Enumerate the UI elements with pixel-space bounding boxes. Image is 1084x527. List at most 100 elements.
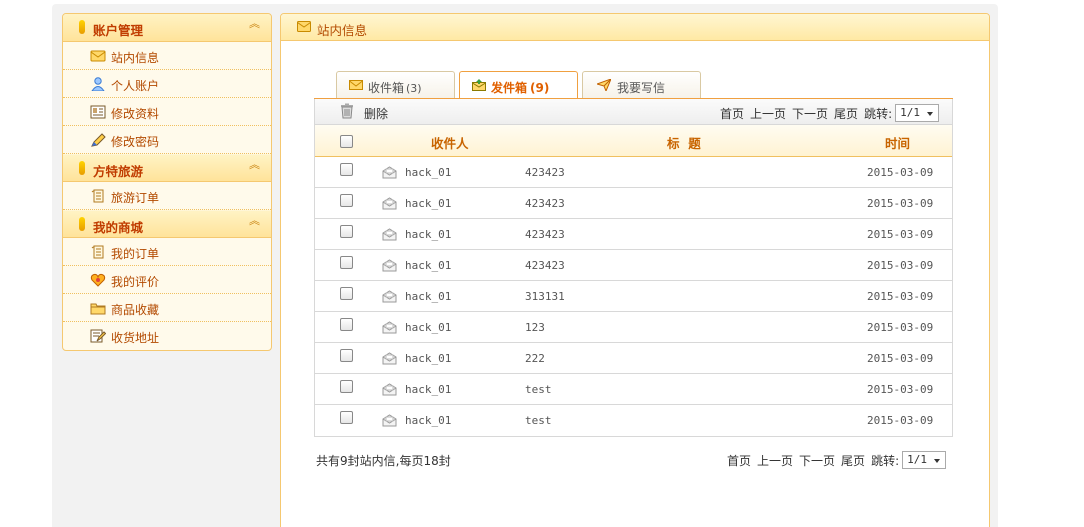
cell-recipient[interactable]: hack_01 [405, 259, 451, 272]
sidebar-item-my-reviews[interactable]: 我的评价 [63, 266, 271, 294]
mail-read-icon [382, 321, 397, 334]
col-time: 时间 [885, 136, 911, 151]
pencil-icon [91, 133, 106, 147]
table-row[interactable]: hack_01 test 2015-03-09 [315, 405, 952, 436]
row-checkbox[interactable] [340, 380, 353, 393]
mail-read-icon [382, 166, 397, 179]
cell-subject[interactable]: 423423 [525, 197, 565, 210]
mail-read-icon [382, 383, 397, 396]
table-header: 收件人 标 题 时间 [315, 125, 952, 157]
col-recipient: 收件人 [431, 136, 469, 151]
table-row[interactable]: hack_01 313131 2015-03-09 [315, 281, 952, 312]
folder-icon [90, 303, 106, 315]
sidebar-item-account[interactable]: 个人账户 [63, 70, 271, 98]
cell-recipient[interactable]: hack_01 [405, 352, 451, 365]
pager-first[interactable]: 首页 [727, 454, 751, 468]
cell-subject[interactable]: 123 [525, 321, 545, 334]
pager-next[interactable]: 下一页 [799, 454, 835, 468]
cell-subject[interactable]: test [525, 383, 552, 396]
row-checkbox[interactable] [340, 256, 353, 269]
cell-recipient[interactable]: hack_01 [405, 321, 451, 334]
cell-recipient[interactable]: hack_01 [405, 228, 451, 241]
pager-last[interactable]: 尾页 [834, 107, 858, 121]
row-checkbox[interactable] [340, 349, 353, 362]
table-row[interactable]: hack_01 222 2015-03-09 [315, 343, 952, 374]
sidebar-item-travel-orders[interactable]: 旅游订单 [63, 182, 271, 210]
main-panel-header: 站内信息 [281, 14, 989, 41]
row-checkbox[interactable] [340, 225, 353, 238]
pager-prev[interactable]: 上一页 [757, 454, 793, 468]
cell-subject[interactable]: 423423 [525, 166, 565, 179]
cell-time: 2015-03-09 [867, 166, 934, 179]
cell-subject[interactable]: 423423 [525, 228, 565, 241]
row-checkbox[interactable] [340, 194, 353, 207]
cell-recipient[interactable]: hack_01 [405, 383, 451, 396]
mail-read-icon [382, 290, 397, 303]
table-body: hack_01 423423 2015-03-09 hack_01 423423 2015… [315, 157, 952, 436]
cell-subject[interactable]: 313131 [525, 290, 565, 303]
row-checkbox[interactable] [340, 163, 353, 176]
sidebar-item-my-orders[interactable]: 我的订单 [63, 238, 271, 266]
tab-label: 发件箱 [491, 81, 528, 95]
pager-first[interactable]: 首页 [720, 107, 744, 121]
cell-recipient[interactable]: hack_01 [405, 166, 451, 179]
tab-count: (9) [530, 81, 550, 95]
sidebar-item-label: 修改资料 [111, 107, 160, 121]
cell-time: 2015-03-09 [867, 414, 934, 427]
outbox-envelope-icon [472, 79, 486, 91]
row-checkbox[interactable] [340, 411, 353, 424]
delete-button[interactable]: 删除 [364, 105, 388, 122]
table-row[interactable]: hack_01 423423 2015-03-09 [315, 250, 952, 281]
sidebar-item-edit-profile[interactable]: 修改资料 [63, 98, 271, 126]
sidebar-group-title: 我的商城 [93, 220, 144, 235]
pager-prev[interactable]: 上一页 [750, 107, 786, 121]
order-scroll-icon [91, 245, 104, 259]
pager-top: 首页 上一页 下一页 尾页 跳转: 1/1 [720, 104, 945, 124]
tab-outbox[interactable]: 发件箱 (9) [459, 71, 578, 100]
cell-recipient[interactable]: hack_01 [405, 197, 451, 210]
select-all-checkbox[interactable] [340, 135, 353, 148]
bullet-icon [79, 20, 85, 34]
table-row[interactable]: hack_01 423423 2015-03-09 [315, 157, 952, 188]
pager-jump-label: 跳转: [871, 454, 900, 468]
sidebar-group-title: 账户管理 [93, 23, 144, 38]
cell-time: 2015-03-09 [867, 383, 934, 396]
row-checkbox[interactable] [340, 318, 353, 331]
sidebar-item-messages[interactable]: 站内信息 [63, 42, 271, 70]
page-select[interactable]: 1/1 [895, 104, 939, 122]
collapse-icon[interactable]: ︽ [249, 159, 260, 170]
envelope-icon [349, 80, 363, 90]
pager-last[interactable]: 尾页 [841, 454, 865, 468]
tab-compose[interactable]: 我要写信 [582, 71, 701, 99]
collapse-icon[interactable]: ︽ [249, 215, 260, 226]
pager-jump-label: 跳转: [864, 107, 893, 121]
table-row[interactable]: hack_01 test 2015-03-09 [315, 374, 952, 405]
sidebar-item-shipping-address[interactable]: 收货地址 [63, 322, 271, 350]
tab-inbox[interactable]: 收件箱 (3) [336, 71, 455, 99]
heart-icon [90, 273, 106, 287]
page-select[interactable]: 1/1 [902, 451, 946, 469]
cell-subject[interactable]: 423423 [525, 259, 565, 272]
pager-next[interactable]: 下一页 [792, 107, 828, 121]
trash-icon[interactable] [340, 103, 354, 119]
sidebar-group-travel[interactable]: 方特旅游 ︽ [63, 154, 271, 182]
tab-label: 我要写信 [617, 81, 666, 95]
sidebar-item-favorites[interactable]: 商品收藏 [63, 294, 271, 322]
cell-recipient[interactable]: hack_01 [405, 290, 451, 303]
sidebar-group-account[interactable]: 账户管理 ︽ [63, 14, 271, 42]
address-edit-icon [90, 329, 106, 343]
sidebar-item-change-password[interactable]: 修改密码 [63, 126, 271, 154]
cell-subject[interactable]: test [525, 414, 552, 427]
tab-inbox-label: 收件箱 (3) [368, 79, 422, 96]
pager-bottom: 首页 上一页 下一页 尾页 跳转: 1/1 [727, 451, 952, 471]
collapse-icon[interactable]: ︽ [249, 18, 260, 29]
mail-read-icon [382, 414, 397, 427]
cell-recipient[interactable]: hack_01 [405, 414, 451, 427]
sidebar-group-mall[interactable]: 我的商城 ︽ [63, 210, 271, 238]
table-row[interactable]: hack_01 423423 2015-03-09 [315, 219, 952, 250]
cell-subject[interactable]: 222 [525, 352, 545, 365]
row-checkbox[interactable] [340, 287, 353, 300]
table-row[interactable]: hack_01 423423 2015-03-09 [315, 188, 952, 219]
table-row[interactable]: hack_01 123 2015-03-09 [315, 312, 952, 343]
cell-time: 2015-03-09 [867, 259, 934, 272]
